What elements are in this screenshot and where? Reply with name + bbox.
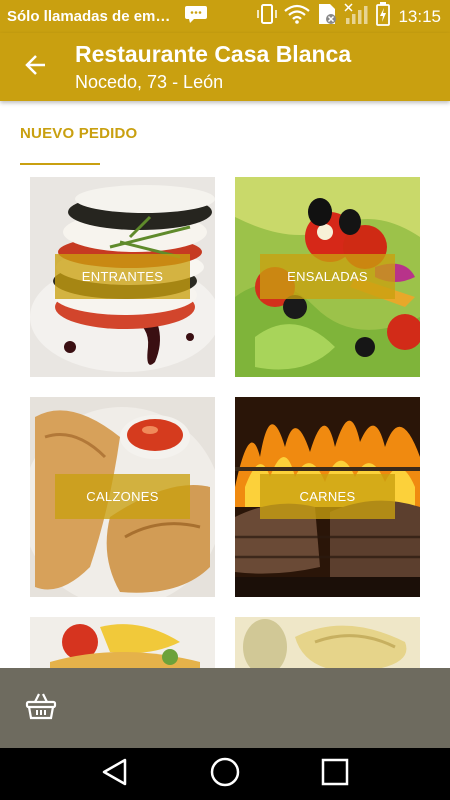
wifi-icon bbox=[284, 4, 311, 29]
signal-icon bbox=[344, 3, 370, 30]
category-tile-carnes[interactable]: CARNES bbox=[235, 397, 420, 597]
category-tile-ensaladas[interactable]: ENSALADAS bbox=[235, 177, 420, 377]
message-icon bbox=[184, 5, 208, 28]
category-tile-calzones[interactable]: CALZONES bbox=[30, 397, 215, 597]
nav-back-button[interactable] bbox=[90, 754, 140, 794]
category-label: CALZONES bbox=[55, 474, 190, 519]
square-recents-icon bbox=[320, 757, 350, 792]
category-tile-5[interactable] bbox=[30, 617, 215, 668]
restaurant-title: Restaurante Casa Blanca bbox=[75, 41, 352, 67]
system-nav-bar bbox=[0, 748, 450, 800]
category-tile-6[interactable] bbox=[235, 617, 420, 668]
cart-bar bbox=[0, 668, 450, 748]
category-tile-entrantes[interactable]: ENTRANTES bbox=[30, 177, 215, 377]
basket-icon bbox=[25, 692, 57, 725]
restaurant-address: Nocedo, 73 - León bbox=[75, 72, 224, 92]
arrow-left-icon bbox=[24, 53, 48, 82]
clock: 13:15 bbox=[398, 6, 441, 26]
category-5-photo bbox=[30, 617, 215, 668]
vibrate-icon bbox=[256, 3, 278, 30]
nav-home-button[interactable] bbox=[200, 754, 250, 794]
category-label: CARNES bbox=[260, 474, 395, 519]
status-bar: Sólo llamadas de em… 13:15 bbox=[0, 0, 450, 33]
app-bar-titles: Restaurante Casa Blanca Nocedo, 73 - Leó… bbox=[75, 40, 351, 94]
notification-text: Sólo llamadas de em… bbox=[7, 8, 171, 25]
section-underline bbox=[20, 163, 100, 165]
category-6-photo bbox=[235, 617, 420, 668]
triangle-back-icon bbox=[100, 757, 130, 792]
battery-icon bbox=[376, 2, 391, 31]
category-label: ENTRANTES bbox=[55, 254, 190, 299]
section-title: NUEVO PEDIDO bbox=[20, 125, 138, 142]
cart-button[interactable] bbox=[21, 688, 61, 728]
sim-card-icon bbox=[316, 2, 338, 31]
back-button[interactable] bbox=[0, 33, 72, 101]
circle-home-icon bbox=[209, 756, 241, 793]
nav-recents-button[interactable] bbox=[310, 754, 360, 794]
app-bar: Restaurante Casa Blanca Nocedo, 73 - Leó… bbox=[0, 33, 450, 101]
category-label: ENSALADAS bbox=[260, 254, 395, 299]
